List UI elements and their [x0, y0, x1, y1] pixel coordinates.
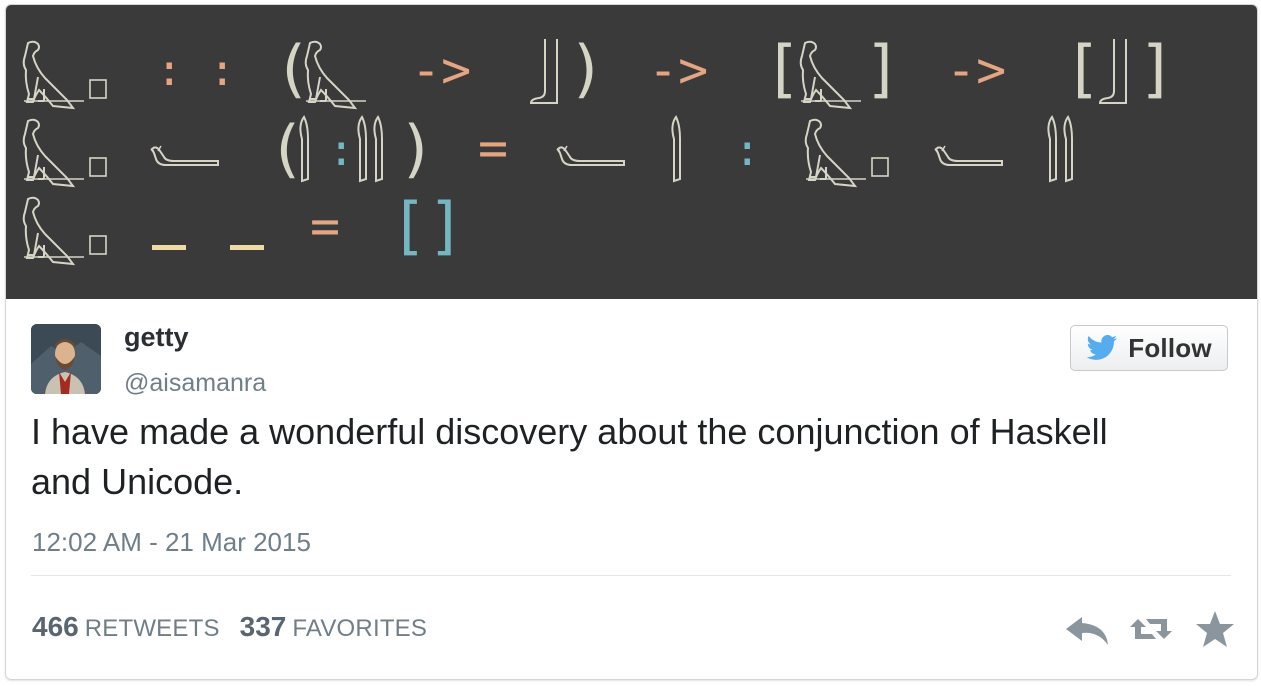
vulture-glyph [304, 40, 367, 109]
small-square-glyph [89, 157, 107, 177]
leg-glyph [530, 38, 558, 104]
vulture-glyph [799, 40, 862, 109]
reed-glyph [671, 116, 681, 182]
empty-list-literal: [] [390, 189, 465, 262]
divider [31, 575, 1231, 576]
vulture-glyph [22, 40, 85, 109]
avatar-illustration-icon [31, 324, 101, 394]
user-handle[interactable]: @aisamanra [124, 369, 266, 398]
open-paren: ( [274, 32, 311, 105]
small-square-glyph [89, 79, 107, 99]
cons-colon-operator: : [328, 125, 355, 176]
star-icon[interactable] [1192, 609, 1238, 649]
small-square-glyph [871, 157, 889, 177]
arrow-operator: -> [648, 41, 708, 99]
reply-icon[interactable] [1064, 609, 1110, 649]
code-line-2: ( : ) = : [22, 112, 1073, 187]
arrow-operator: -> [411, 41, 471, 99]
tweet-text: I have made a wonderful discovery about … [31, 411, 1108, 502]
vulture-glyph [22, 196, 85, 265]
close-paren: ) [398, 112, 435, 185]
close-bracket: ] [1138, 32, 1175, 105]
underscore-wildcard [152, 245, 186, 250]
follow-button[interactable]: Follow [1070, 325, 1228, 371]
reclining-figure-glyph [150, 145, 219, 166]
small-square-glyph [89, 235, 107, 255]
favorites-count[interactable]: 337 [240, 611, 287, 643]
tweet-timestamp[interactable]: 12:02 AM - 21 Mar 2015 [32, 527, 311, 558]
vulture-glyph [22, 118, 85, 187]
open-bracket: [ [1064, 32, 1101, 105]
open-bracket: [ [764, 32, 801, 105]
retweets-count[interactable]: 466 [32, 611, 79, 643]
follow-button-label: Follow [1128, 332, 1212, 363]
reclining-figure-glyph [556, 145, 625, 166]
tweet-card: : : ( -> ) -> [ ] -> [ ] (:) =: = [] … [5, 4, 1258, 680]
underscore-wildcard [230, 245, 264, 250]
haskell-hieroglyph-code-image: : : ( -> ) -> [ ] -> [ ] (:) =: = [] [6, 5, 1257, 299]
double-reed-glyph [357, 116, 367, 182]
arrow-operator: -> [946, 41, 1006, 99]
reclining-figure-glyph [934, 145, 1003, 166]
favorites-label[interactable]: FAVORITES [292, 615, 427, 643]
double-colon-operator: : : [156, 45, 235, 96]
tweet-actions [1046, 609, 1238, 649]
equals-operator: = [478, 119, 508, 177]
equals-operator: = [310, 197, 340, 255]
retweet-icon[interactable] [1128, 609, 1174, 649]
vulture-glyph [804, 118, 867, 187]
leg-glyph [1099, 38, 1127, 104]
user-avatar[interactable] [31, 324, 101, 394]
tweet-stats: 466 RETWEETS 337 FAVORITES [32, 611, 447, 643]
cons-colon-operator: : [734, 125, 761, 176]
code-line-3: = [] [22, 189, 465, 265]
retweets-label[interactable]: RETWEETS [85, 615, 220, 643]
open-paren: ( [268, 112, 305, 185]
display-name[interactable]: getty [124, 322, 189, 353]
twitter-bird-icon [1086, 335, 1118, 360]
double-reed-glyph [1047, 116, 1057, 182]
close-bracket: ] [864, 32, 901, 105]
close-paren: ) [568, 32, 605, 105]
code-line-1: : : ( -> ) -> [ ] -> [ ] [22, 32, 1175, 109]
